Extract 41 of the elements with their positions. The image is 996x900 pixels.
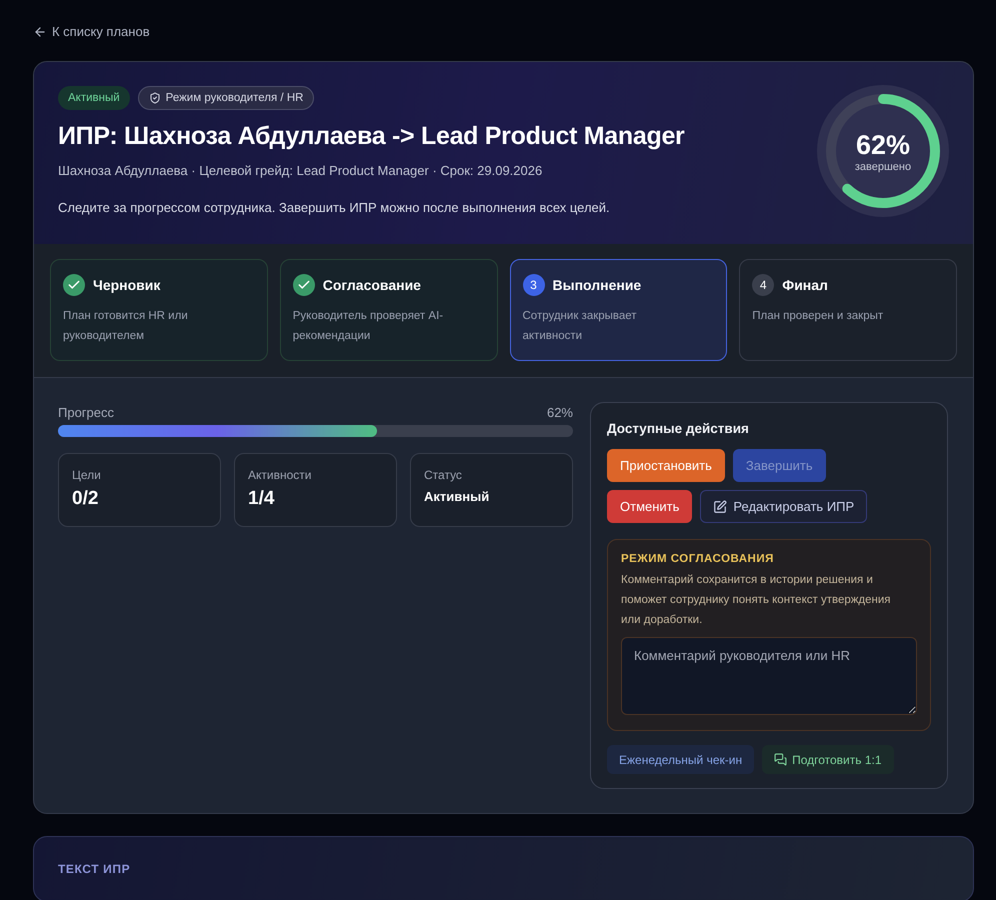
step-title: Выполнение (552, 277, 642, 293)
step-text: Сотрудник закрывает активности (522, 309, 638, 344)
step-number: 3 (522, 274, 544, 296)
back-link[interactable]: К списку планов (33, 24, 150, 39)
stat-label: Активности (248, 468, 312, 482)
shield-icon (148, 92, 161, 104)
progress-reading: 62% (546, 405, 573, 420)
check-icon (63, 274, 85, 296)
stat-value: Активный (424, 489, 490, 504)
stat-value: 1/4 (248, 488, 276, 510)
plan-hint: Следите за прогрессом сотрудника. Завершить ИПР можно после выполнения всех целей. (58, 200, 611, 215)
step-text: План проверен и закрыт (752, 309, 884, 324)
stat-label: Цели (72, 468, 102, 482)
action-button[interactable]: Отменить (607, 490, 692, 523)
step-text: План готовится HR или руководителем (63, 309, 189, 344)
plan-title: ИПР: Шахноза Абдуллаева -> Lead Product Manager (58, 122, 684, 151)
progress-label: Прогресс (58, 405, 114, 420)
ring-caption: завершено (854, 160, 912, 172)
step-number: 4 (752, 274, 774, 296)
prepare-button[interactable]: Подготовить 1:1 (762, 745, 894, 774)
section-title: ТЕКСТ ИПР (58, 862, 132, 876)
step-title: Финал (782, 277, 828, 293)
check-icon (292, 274, 315, 296)
step-title: Согласование (322, 277, 421, 293)
edit-button[interactable]: Редактировать ИПР (700, 490, 868, 523)
status-badge: Активный (58, 86, 130, 110)
stat-label: Статус (424, 468, 463, 482)
action-button[interactable]: Приостановить (607, 449, 725, 482)
ring-value: 62% (856, 130, 910, 160)
approval-text: Комментарий сохранится в истории решения и поможет сотруднику понять контекст утверждения или доработки. (621, 573, 892, 628)
mode-badge: Режим руководителя / HR (138, 86, 314, 110)
stat-value: 0/2 (72, 488, 100, 510)
checkin-button[interactable]: Еженедельный чек-ин (607, 745, 754, 774)
comment-field[interactable]: Комментарий руководителя или HR (621, 637, 917, 715)
approval-title: РЕЖИМ СОГЛАСОВАНИЯ (621, 553, 775, 565)
pencil-icon (713, 500, 728, 514)
step-text: Руководитель проверяет AI-рекомендации (292, 309, 444, 344)
step-title: Черновик (93, 277, 160, 293)
chat-icon (774, 753, 788, 766)
plan-meta: Шахноза Абдуллаева · Целевой грейд: Lead Product Manager · Срок: 29.09.2026 (58, 163, 544, 178)
actions-title: Доступные действия (607, 421, 750, 436)
